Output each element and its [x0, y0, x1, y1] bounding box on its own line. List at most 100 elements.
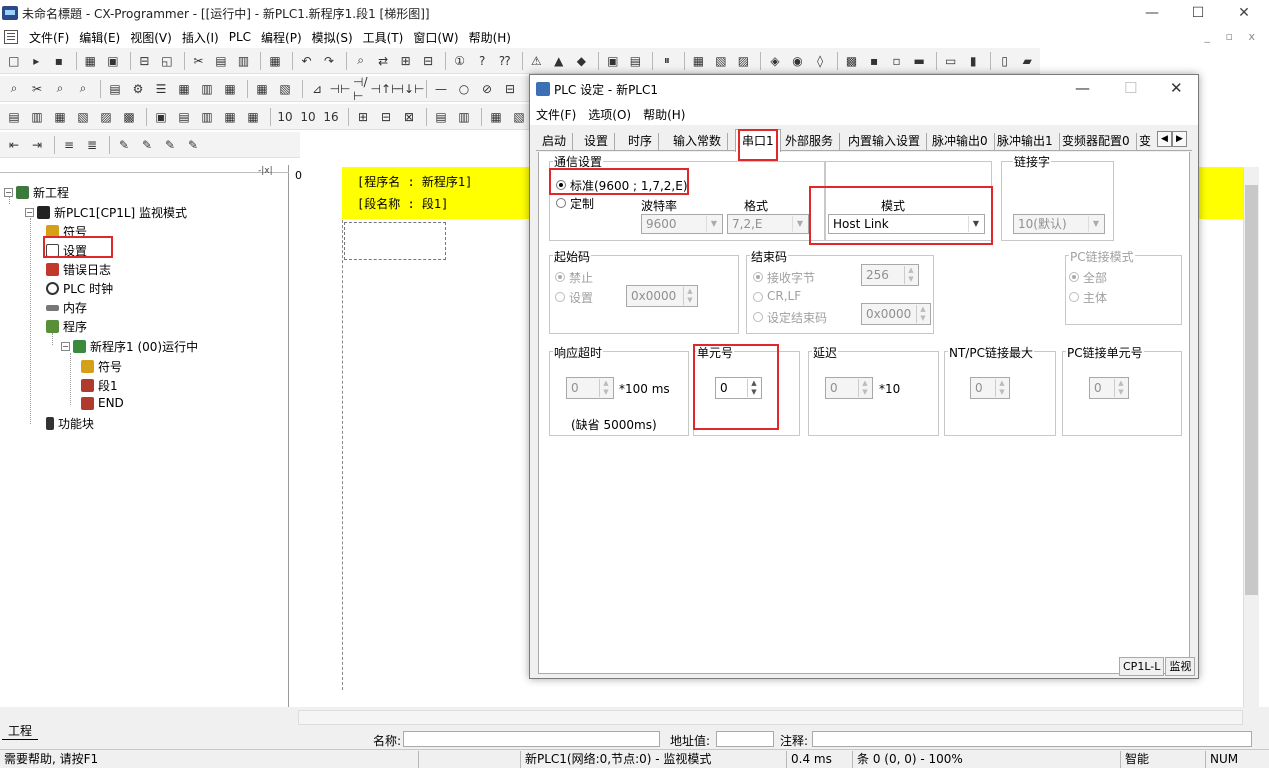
baud-rate-select[interactable]: 9600 ▼ — [641, 214, 723, 234]
toolbar-button-icon[interactable]: ▨ — [96, 107, 116, 127]
tab-more[interactable]: 变 — [1133, 133, 1157, 151]
menu-simulate[interactable]: 模拟(S) — [307, 29, 358, 46]
tab-timing[interactable]: 时序 — [622, 133, 660, 151]
spin-arrows-icon[interactable]: ▲ ▼ — [995, 379, 1008, 397]
pc-link-unit-spinner[interactable]: 0 ▲ ▼ — [1089, 377, 1129, 399]
toolbar-button-icon[interactable]: ⇥ — [27, 135, 47, 155]
toolbar-button-icon[interactable]: ⊟ — [500, 79, 520, 99]
toolbar-button-icon[interactable]: ⊣⊢ — [330, 79, 351, 99]
toolbar-button-icon[interactable]: — — [431, 79, 451, 99]
toolbar-button-icon[interactable]: ✂ — [27, 79, 47, 99]
link-word-select[interactable]: 10(默认) ▼ — [1013, 214, 1105, 234]
toolbar-button-icon[interactable]: ▥ — [27, 107, 47, 127]
ladder-vertical-scrollbar[interactable] — [1243, 167, 1259, 719]
collapse-icon[interactable]: − — [25, 208, 34, 217]
toolbar-button-icon[interactable]: ⚙ — [128, 79, 148, 99]
tab-scroll-right-icon[interactable]: ▶ — [1172, 131, 1187, 147]
menu-insert[interactable]: 插入(I) — [177, 29, 224, 46]
dialog-minimize-button[interactable]: — — [1075, 79, 1090, 97]
tree-item-program-symbols[interactable]: 符号 — [81, 358, 122, 375]
menu-window[interactable]: 窗口(W) — [408, 29, 463, 46]
toolbar-button-icon[interactable]: ↶ — [297, 51, 317, 71]
toolbar-button-icon[interactable]: 16 — [321, 107, 341, 127]
toolbar-button-icon[interactable]: ≣ — [82, 135, 102, 155]
delay-spinner[interactable]: 0 ▲ ▼ — [825, 377, 873, 399]
toolbar-button-icon[interactable]: ✂ — [189, 51, 209, 71]
toolbar-button-icon[interactable]: ⊟ — [418, 51, 438, 71]
start-code-spinner[interactable]: 0x0000 ▲ ▼ — [626, 285, 698, 307]
toolbar-button-icon[interactable]: ? — [472, 51, 492, 71]
toolbar-button-icon[interactable]: ▭ — [941, 51, 961, 71]
menu-program[interactable]: 编程(P) — [256, 29, 307, 46]
tab-pulse-output-1[interactable]: 脉冲输出1 — [991, 133, 1060, 151]
toolbar-button-icon[interactable]: ⊟ — [376, 107, 396, 127]
tree-item-program1[interactable]: − 新程序1 (00)运行中 — [61, 338, 198, 355]
toolbar-button-icon[interactable]: ⊘ — [477, 79, 497, 99]
toolbar-button-icon[interactable]: ◈ — [765, 51, 785, 71]
toolbar-button-icon[interactable]: ▧ — [509, 107, 529, 127]
toolbar-button-icon[interactable]: ⌕ — [50, 79, 70, 99]
toolbar-button-icon[interactable]: ▯ — [995, 51, 1015, 71]
menu-file[interactable]: 文件(F) — [24, 29, 74, 46]
toolbar-button-icon[interactable]: ✎ — [137, 135, 157, 155]
toolbar-button-icon[interactable]: ⌕ — [4, 79, 24, 99]
minimize-button[interactable]: — — [1129, 0, 1175, 26]
toolbar-button-icon[interactable]: ⊠ — [399, 107, 419, 127]
toolbar-button-icon[interactable]: ○ — [454, 79, 474, 99]
collapse-icon[interactable]: − — [4, 188, 13, 197]
toolbar-button-icon[interactable]: 10 — [275, 107, 295, 127]
toolbar-button-icon[interactable]: ▤ — [4, 107, 24, 127]
toolbar-button-icon[interactable]: ▥ — [197, 79, 217, 99]
menu-tools[interactable]: 工具(T) — [358, 29, 409, 46]
toolbar-button-icon[interactable]: ▦ — [174, 79, 194, 99]
toolbar-button-icon[interactable]: ⊟ — [135, 51, 155, 71]
end-code-bytes-spinner[interactable]: 256 ▲ ▼ — [861, 264, 919, 286]
toolbar-button-icon[interactable]: ⊣↓⊢ — [394, 79, 425, 99]
toolbar-button-icon[interactable]: ▦ — [252, 79, 272, 99]
toolbar-button-icon[interactable]: ▧ — [73, 107, 93, 127]
toolbar-button-icon[interactable]: ▪ — [49, 51, 69, 71]
tab-input-constants[interactable]: 输入常数 — [667, 133, 729, 151]
scroll-thumb[interactable] — [1245, 185, 1258, 595]
toolbar-button-icon[interactable]: ▦ — [220, 79, 240, 99]
toolbar-button-icon[interactable]: ☰ — [151, 79, 171, 99]
toolbar-button-icon[interactable]: ▥ — [197, 107, 217, 127]
end-code-spinner[interactable]: 0x0000 ▲ ▼ — [861, 303, 931, 325]
toolbar-button-icon[interactable]: ▩ — [119, 107, 139, 127]
tree-item-project[interactable]: − 新工程 — [4, 184, 69, 201]
dialog-maximize-button[interactable]: ☐ — [1124, 79, 1137, 97]
toolbar-button-icon[interactable]: ⊞ — [396, 51, 416, 71]
toolbar-button-icon[interactable]: ◱ — [157, 51, 177, 71]
tab-external-service[interactable]: 外部服务 — [779, 133, 841, 151]
toolbar-button-icon[interactable]: ▲ — [549, 51, 569, 71]
toolbar-button-icon[interactable]: □ — [4, 51, 24, 71]
spin-arrows-icon[interactable]: ▲ ▼ — [683, 287, 696, 305]
toolbar-button-icon[interactable]: 10 — [298, 107, 318, 127]
tree-item-error-log[interactable]: 错误日志 — [46, 261, 111, 278]
tree-close-button[interactable]: -|x| — [258, 166, 273, 176]
tree-item-function-blocks[interactable]: 功能块 — [46, 415, 94, 432]
toolbar-button-icon[interactable]: ✎ — [183, 135, 203, 155]
toolbar-button-icon[interactable]: ▦ — [50, 107, 70, 127]
toolbar-button-icon[interactable]: ≡ — [59, 135, 79, 155]
tab-builtin-input[interactable]: 内置输入设置 — [842, 133, 928, 151]
menu-view[interactable]: 视图(V) — [125, 29, 177, 46]
tree-item-clock[interactable]: PLC 时钟 — [46, 280, 113, 297]
toolbar-button-icon[interactable]: ▨ — [734, 51, 754, 71]
menu-plc[interactable]: PLC — [224, 30, 256, 44]
toolbar-button-icon[interactable]: ▣ — [103, 51, 123, 71]
menu-help[interactable]: 帮助(H) — [464, 29, 516, 46]
toolbar-button-icon[interactable]: ▥ — [454, 107, 474, 127]
menu-edit[interactable]: 编辑(E) — [74, 29, 125, 46]
toolbar-button-icon[interactable]: ▤ — [431, 107, 451, 127]
tree-item-section1[interactable]: 段1 — [81, 377, 118, 394]
mdi-controls[interactable]: _ ▫ x — [1205, 30, 1261, 43]
tab-project[interactable]: 工程 — [2, 722, 39, 740]
dialog-menu-file[interactable]: 文件(F) — [530, 106, 582, 123]
tab-startup[interactable]: 启动 — [536, 133, 574, 151]
spin-arrows-icon[interactable]: ▲ ▼ — [858, 379, 871, 397]
format-select[interactable]: 7,2,E ▼ — [727, 214, 809, 234]
toolbar-button-icon[interactable]: ▧ — [275, 79, 295, 99]
response-timeout-spinner[interactable]: 0 ▲ ▼ — [566, 377, 614, 399]
tab-pulse-output-0[interactable]: 脉冲输出0 — [926, 133, 995, 151]
